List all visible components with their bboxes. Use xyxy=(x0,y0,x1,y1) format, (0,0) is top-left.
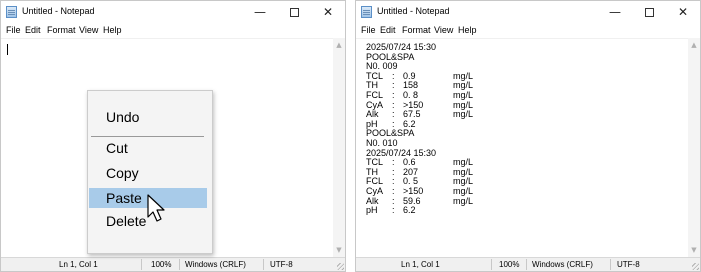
line-text: 2025/07/24 15:30 xyxy=(366,147,437,158)
param-value: 6.2 xyxy=(403,205,416,216)
resize-grip-icon[interactable] xyxy=(692,263,699,270)
context-separator xyxy=(91,136,204,137)
param-value: 0. 8 xyxy=(403,90,419,100)
status-encoding: UTF-8 xyxy=(270,260,293,269)
status-encoding: UTF-8 xyxy=(617,260,640,269)
param-unit: mg/L xyxy=(453,195,474,206)
status-divider xyxy=(141,259,142,270)
scroll-up-icon[interactable]: ▲ xyxy=(688,40,700,50)
line-text: N0. 009 xyxy=(366,61,398,72)
text-caret xyxy=(7,44,8,55)
title-bar: Untitled - Notepad — ✕ xyxy=(356,1,700,23)
resize-grip-icon[interactable] xyxy=(337,263,344,270)
close-button[interactable]: ✕ xyxy=(666,1,700,23)
window-title: Untitled - Notepad xyxy=(377,6,450,16)
title-bar: Untitled - Notepad — ✕ xyxy=(1,1,345,23)
param-unit: mg/L xyxy=(453,109,474,120)
notepad-window-right: Untitled - Notepad — ✕ File Edit Format … xyxy=(355,0,701,272)
vertical-scrollbar[interactable]: ▲ ▼ xyxy=(688,38,700,257)
status-line-endings: Windows (CRLF) xyxy=(185,260,246,269)
param-colon: : xyxy=(392,186,395,196)
menu-help[interactable]: Help xyxy=(458,25,477,35)
status-divider xyxy=(491,259,492,270)
param-name: FCL xyxy=(366,90,384,100)
close-button[interactable]: ✕ xyxy=(311,1,345,23)
param-value: >150 xyxy=(403,186,424,196)
document-line: Alk:67.5 mg/L xyxy=(366,110,473,119)
scroll-down-icon[interactable]: ▼ xyxy=(333,245,345,255)
status-position: Ln 1, Col 1 xyxy=(59,260,98,269)
status-zoom: 100% xyxy=(151,260,172,269)
scroll-down-icon[interactable]: ▼ xyxy=(688,245,700,255)
param-colon: : xyxy=(392,109,395,120)
status-position: Ln 1, Col 1 xyxy=(401,260,440,269)
status-divider xyxy=(179,259,180,270)
status-bar: Ln 1, Col 1 100% Windows (CRLF) UTF-8 xyxy=(1,257,345,271)
menu-view[interactable]: View xyxy=(434,25,453,35)
minimize-button[interactable]: — xyxy=(243,1,277,23)
notepad-app-icon xyxy=(6,6,17,18)
maximize-button[interactable] xyxy=(632,1,666,23)
param-name: pH xyxy=(366,205,378,216)
notepad-app-icon xyxy=(361,6,372,18)
param-unit: mg/L xyxy=(453,176,474,187)
param-value: 67.5 xyxy=(403,109,421,120)
status-divider xyxy=(263,259,264,270)
status-bar: Ln 1, Col 1 100% Windows (CRLF) UTF-8 xyxy=(356,257,700,271)
maximize-icon xyxy=(644,8,654,17)
menu-help[interactable]: Help xyxy=(103,25,122,35)
context-menu: Undo Cut Copy Paste Delete xyxy=(87,90,213,254)
param-name: CyA xyxy=(366,186,384,196)
mouse-pointer-icon xyxy=(147,194,165,222)
menu-format[interactable]: Format xyxy=(402,25,431,35)
param-name: Alk xyxy=(366,109,379,120)
document-line: Alk:59.6 mg/L xyxy=(366,195,474,206)
param-unit: mg/L xyxy=(453,80,474,91)
menu-format[interactable]: Format xyxy=(47,25,76,35)
status-divider xyxy=(610,259,611,270)
menu-file[interactable]: File xyxy=(361,25,376,35)
document-line: N0. 009 xyxy=(366,62,398,71)
text-editor[interactable]: 2025/07/24 15:30 POOL&SPA N0. 009 TCL:0.9 mg… xyxy=(356,38,688,257)
maximize-icon xyxy=(289,8,299,17)
status-line-endings: Windows (CRLF) xyxy=(532,260,593,269)
minimize-button[interactable]: — xyxy=(598,1,632,23)
menu-edit[interactable]: Edit xyxy=(380,25,396,35)
param-unit: mg/L xyxy=(453,90,474,100)
context-undo[interactable]: Undo xyxy=(89,107,207,127)
maximize-button[interactable] xyxy=(277,1,311,23)
context-cut[interactable]: Cut xyxy=(89,138,207,158)
param-unit: mg/L xyxy=(453,70,474,81)
param-unit: mg/L xyxy=(453,157,474,168)
window-title: Untitled - Notepad xyxy=(22,6,95,16)
menu-edit[interactable]: Edit xyxy=(25,25,41,35)
scroll-up-icon[interactable]: ▲ xyxy=(333,40,345,50)
menu-bar: File Edit Format View Help xyxy=(356,23,700,38)
param-colon: : xyxy=(392,205,395,216)
param-unit: mg/L xyxy=(453,99,474,110)
status-divider xyxy=(526,259,527,270)
param-unit: mg/L xyxy=(453,186,474,196)
status-zoom: 100% xyxy=(499,260,520,269)
menu-file[interactable]: File xyxy=(6,25,21,35)
param-colon: : xyxy=(392,90,395,100)
param-name: TCL xyxy=(366,157,384,168)
menu-view[interactable]: View xyxy=(79,25,98,35)
vertical-scrollbar[interactable]: ▲ ▼ xyxy=(333,38,345,257)
line-text: POOL&SPA xyxy=(366,51,415,62)
menu-bar: File Edit Format View Help xyxy=(1,23,345,38)
param-colon: : xyxy=(392,157,395,168)
line-text: N0. 010 xyxy=(366,138,398,148)
context-copy[interactable]: Copy xyxy=(89,163,207,183)
document-line: pH:6.2 xyxy=(366,206,453,215)
line-text: POOL&SPA xyxy=(366,128,415,139)
line-text: 2025/07/24 15:30 xyxy=(366,42,437,52)
notepad-window-left: Untitled - Notepad — ✕ File Edit Format … xyxy=(0,0,346,272)
param-value: 0.6 xyxy=(403,157,416,168)
param-unit: mg/L xyxy=(453,166,474,177)
